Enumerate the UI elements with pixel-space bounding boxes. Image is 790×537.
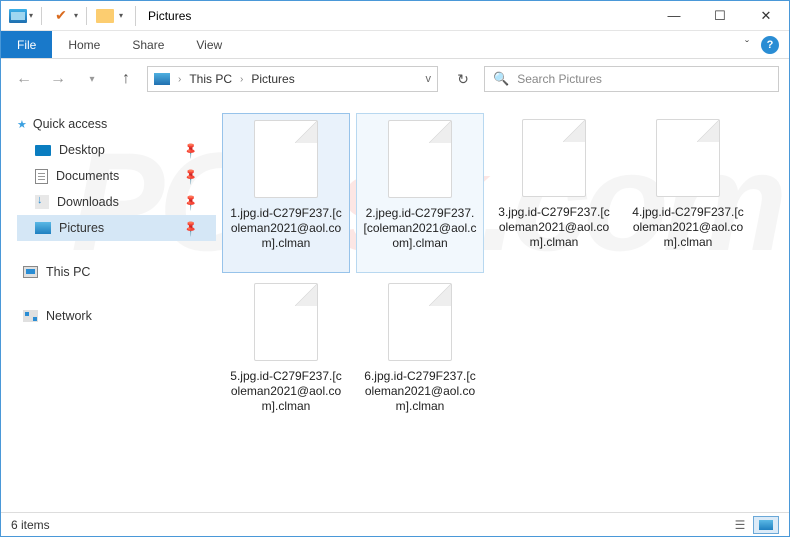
unknown-file-icon [254,120,318,198]
tab-home[interactable]: Home [52,31,116,58]
pin-icon: 📌 [182,193,201,212]
file-name-label: 2.jpeg.id-C279F237.[coleman2021@aol.com]… [361,206,479,251]
breadcrumb-pictures[interactable]: Pictures [251,72,294,86]
sidebar-item-network[interactable]: Network [17,303,216,329]
sidebar-item-label: Documents [56,169,119,183]
address-bar-row: ← → ▾ ↑ › This PC › Pictures v ↻ 🔍 Searc… [1,59,789,99]
pin-icon: 📌 [182,167,201,186]
pin-icon: 📌 [182,141,201,160]
unknown-file-icon [388,120,452,198]
file-name-label: 6.jpg.id-C279F237.[coleman2021@aol.com].… [360,369,480,414]
pin-icon: 📌 [182,219,201,238]
unknown-file-icon [522,119,586,197]
sidebar-item-downloads[interactable]: Downloads 📌 [17,189,216,215]
forward-button[interactable]: → [45,66,71,92]
file-list-area[interactable]: 1.jpg.id-C279F237.[coleman2021@aol.com].… [216,99,789,512]
titlebar: ▾ ✔ ▾ ▾ Pictures — ☐ ✕ [1,1,789,31]
file-name-label: 4.jpg.id-C279F237.[coleman2021@aol.com].… [628,205,748,250]
unknown-file-icon [656,119,720,197]
qat-newfolder-button[interactable] [95,5,117,27]
details-view-button[interactable]: ☰ [727,516,753,534]
file-item[interactable]: 2.jpeg.id-C279F237.[coleman2021@aol.com]… [356,113,484,273]
thumbnails-icon [759,520,773,530]
status-bar: 6 items ☰ [1,512,789,536]
pictures-location-icon [154,73,170,85]
sidebar-item-pictures[interactable]: Pictures 📌 [17,215,216,241]
quick-access-label: Quick access [33,117,107,131]
pictures-icon [35,222,51,234]
search-placeholder: Search Pictures [517,72,602,86]
file-item[interactable]: 6.jpg.id-C279F237.[coleman2021@aol.com].… [356,277,484,437]
sidebar-item-desktop[interactable]: Desktop 📌 [17,137,216,163]
unknown-file-icon [254,283,318,361]
sidebar-item-thispc[interactable]: This PC [17,259,216,285]
downloads-icon [35,195,49,209]
window-title: Pictures [148,9,191,23]
sidebar-item-label: Network [46,309,92,323]
system-menu-dropdown-icon[interactable]: ▾ [29,11,33,20]
recent-locations-button[interactable]: ▾ [79,66,105,92]
sidebar-item-label: Pictures [59,221,104,235]
folder-icon [96,9,114,23]
explorer-system-icon[interactable] [9,9,27,23]
star-icon: ★ [17,118,27,131]
close-button[interactable]: ✕ [743,1,789,31]
help-button[interactable]: ? [761,36,779,54]
status-item-count: 6 items [11,518,50,532]
file-item[interactable]: 1.jpg.id-C279F237.[coleman2021@aol.com].… [222,113,350,273]
search-input[interactable]: 🔍 Search Pictures [484,66,779,92]
unknown-file-icon [388,283,452,361]
tab-view[interactable]: View [180,31,238,58]
file-item[interactable]: 4.jpg.id-C279F237.[coleman2021@aol.com].… [624,113,752,273]
qat-customize-dropdown-icon[interactable]: ▾ [119,11,123,20]
desktop-icon [35,145,51,156]
qat-properties-button[interactable]: ✔ [50,5,72,27]
minimize-button[interactable]: — [651,1,697,31]
back-button[interactable]: ← [11,66,37,92]
quick-access-header[interactable]: ★ Quick access [17,117,216,131]
this-pc-icon [23,266,38,278]
file-name-label: 5.jpg.id-C279F237.[coleman2021@aol.com].… [226,369,346,414]
sidebar-item-documents[interactable]: Documents 📌 [17,163,216,189]
maximize-button[interactable]: ☐ [697,1,743,31]
search-icon: 🔍 [493,71,509,87]
address-bar[interactable]: › This PC › Pictures v [147,66,438,92]
checkmark-icon: ✔ [55,7,67,24]
tab-share[interactable]: Share [116,31,180,58]
navigation-pane: ★ Quick access Desktop 📌 Documents 📌 Dow… [1,99,216,512]
sidebar-item-label: Downloads [57,195,119,209]
file-name-label: 3.jpg.id-C279F237.[coleman2021@aol.com].… [494,205,614,250]
chevron-right-icon: › [178,74,181,85]
file-tab[interactable]: File [1,31,52,58]
documents-icon [35,169,48,184]
chevron-right-icon: › [240,74,243,85]
large-icons-view-button[interactable] [753,516,779,534]
ribbon-tabs: File Home Share View ˇ ? [1,31,789,59]
refresh-button[interactable]: ↻ [450,66,476,92]
file-item[interactable]: 5.jpg.id-C279F237.[coleman2021@aol.com].… [222,277,350,437]
qat-dropdown-icon[interactable]: ▾ [74,11,78,20]
breadcrumb-thispc[interactable]: This PC [189,72,232,86]
up-button[interactable]: ↑ [113,66,139,92]
file-item[interactable]: 3.jpg.id-C279F237.[coleman2021@aol.com].… [490,113,618,273]
file-name-label: 1.jpg.id-C279F237.[coleman2021@aol.com].… [227,206,345,251]
address-dropdown-icon[interactable]: v [426,73,432,85]
network-icon [23,310,38,322]
ribbon-expand-icon[interactable]: ˇ [745,38,749,52]
sidebar-item-label: This PC [46,265,90,279]
sidebar-item-label: Desktop [59,143,105,157]
